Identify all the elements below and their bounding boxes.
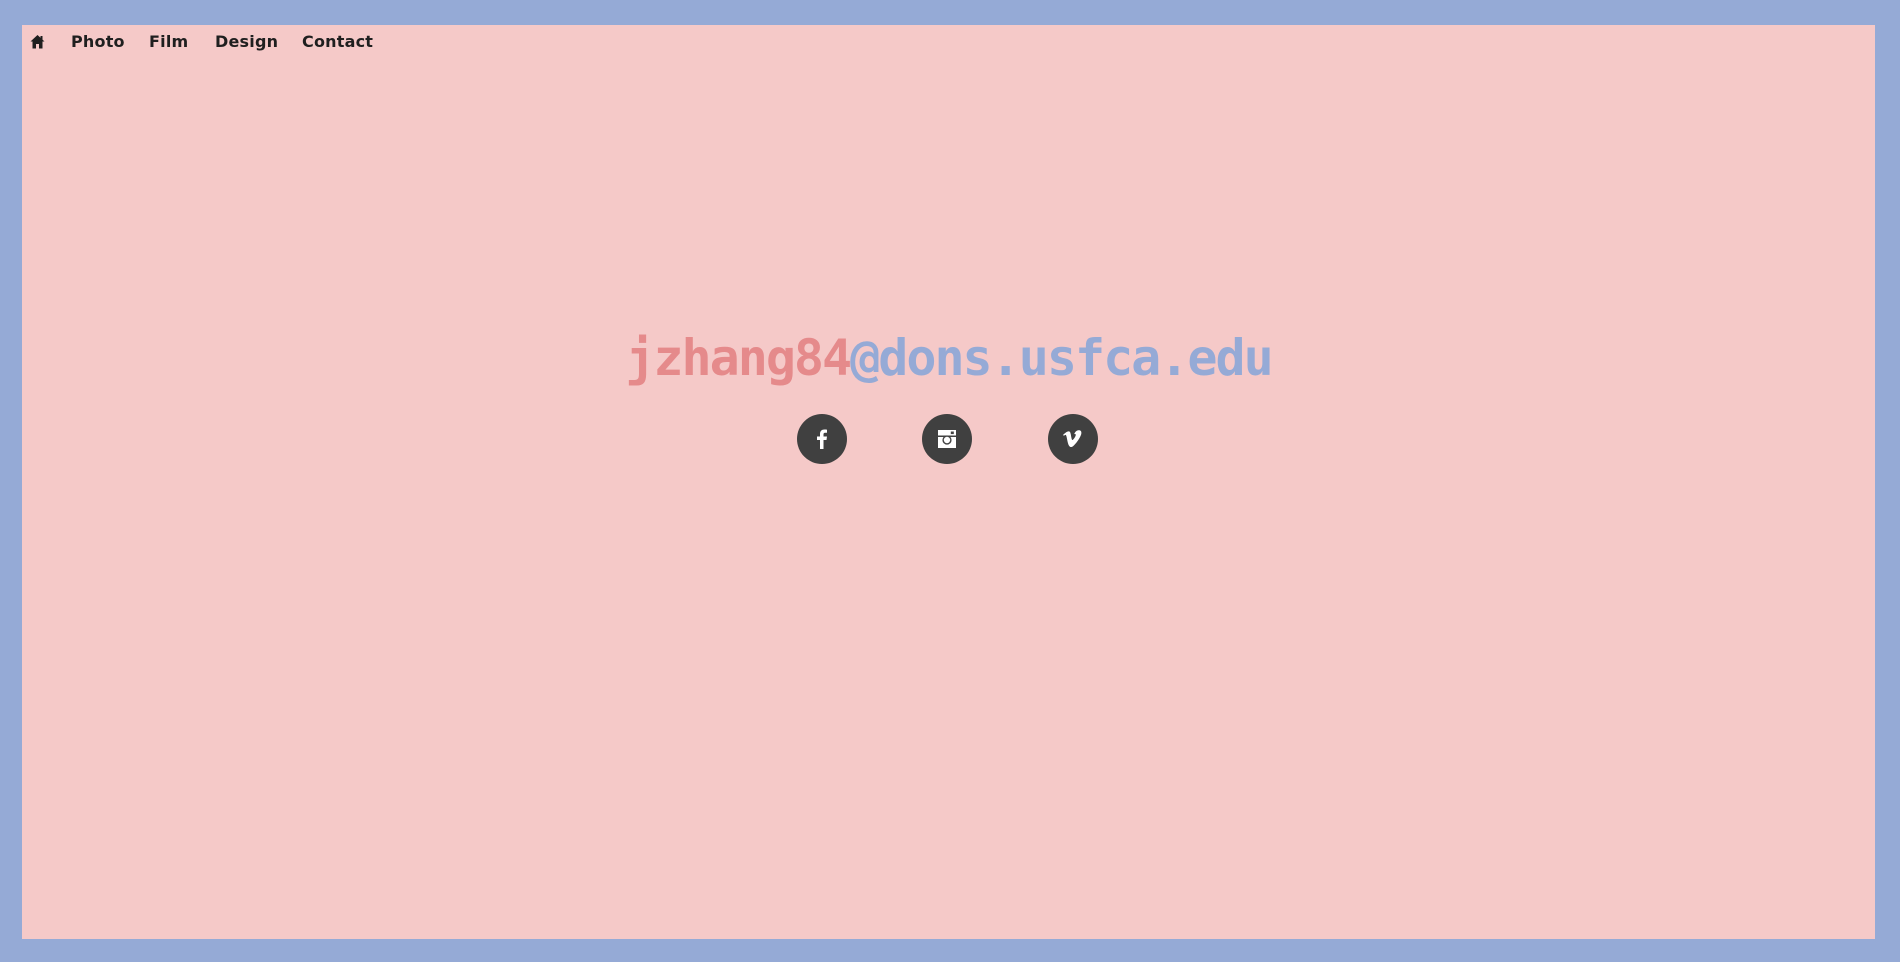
email-domain: @dons.usfca.edu — [850, 329, 1274, 387]
facebook-button[interactable] — [797, 414, 847, 464]
instagram-button[interactable] — [922, 414, 972, 464]
vimeo-icon — [1063, 430, 1082, 448]
home-link[interactable] — [30, 34, 45, 50]
nav-item-contact[interactable]: Contact — [302, 32, 373, 51]
nav-item-film[interactable]: Film — [149, 32, 188, 51]
contact-email[interactable]: jzhang84@dons.usfca.edu — [22, 333, 1875, 383]
page-panel: Photo Film Design Contact jzhang84@dons.… — [22, 25, 1875, 939]
vimeo-button[interactable] — [1048, 414, 1098, 464]
nav-item-photo[interactable]: Photo — [71, 32, 125, 51]
email-user: jzhang84 — [625, 329, 852, 387]
facebook-icon — [817, 429, 827, 449]
instagram-icon — [938, 430, 956, 448]
home-icon — [30, 35, 45, 49]
nav-item-design[interactable]: Design — [215, 32, 278, 51]
